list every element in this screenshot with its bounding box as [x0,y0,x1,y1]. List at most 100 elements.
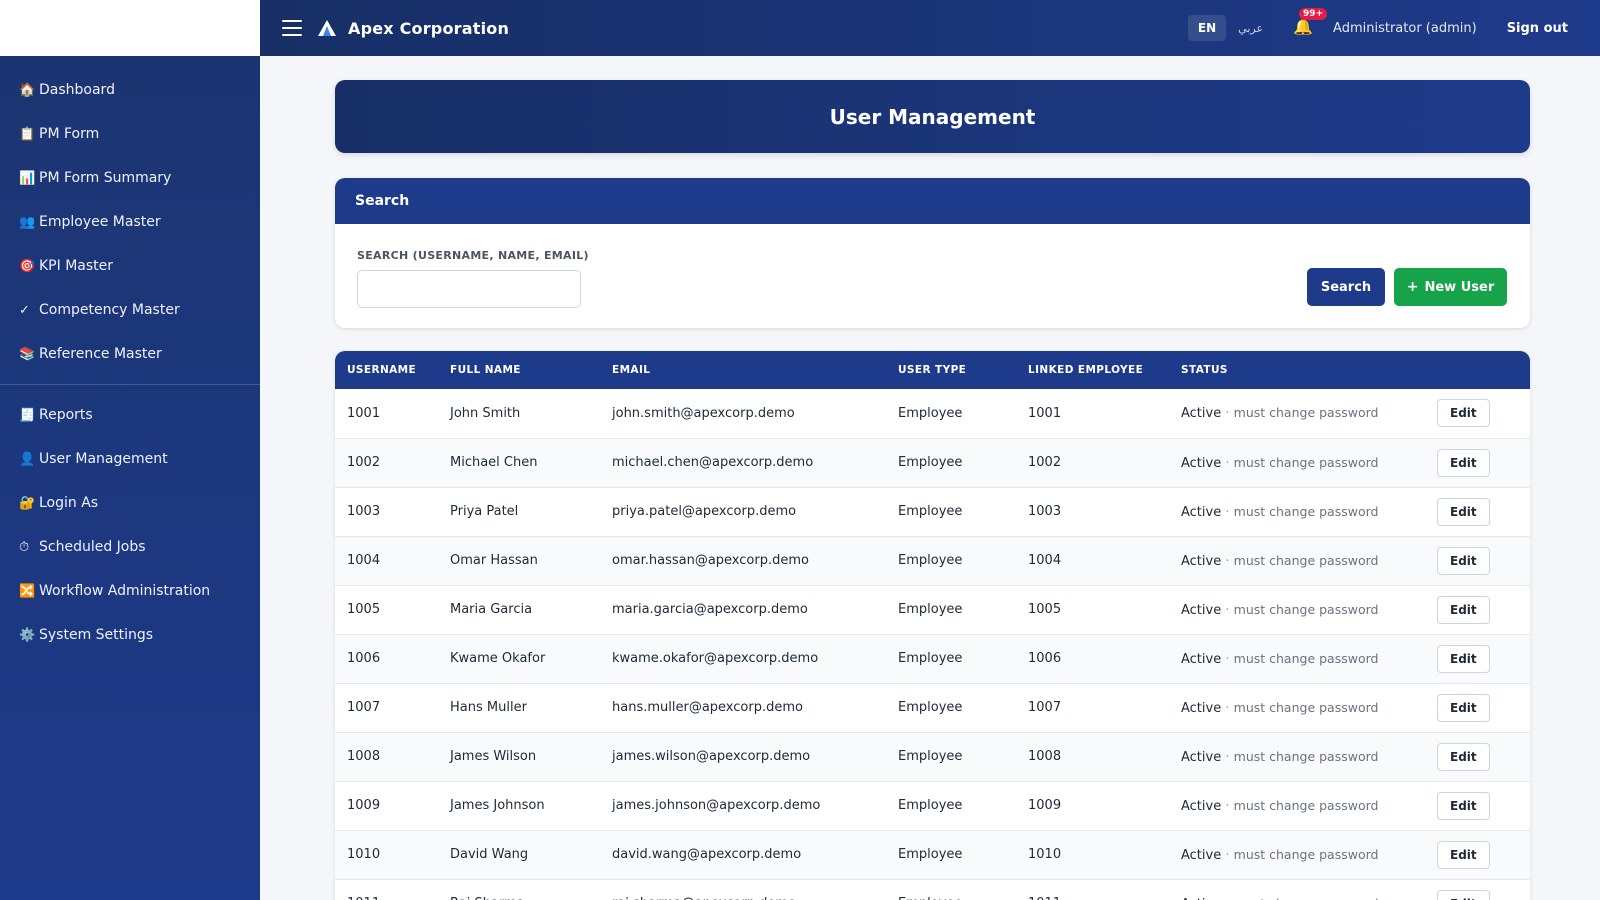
cell-actions: Edit [1425,585,1530,634]
table-row: 1001 John Smith john.smith@apexcorp.demo Em… [335,389,1530,438]
cell-actions: Edit [1425,634,1530,683]
search-input[interactable] [357,270,581,308]
edit-button[interactable]: Edit [1437,693,1490,722]
edit-button[interactable]: Edit [1437,399,1490,428]
col-full-name: FULL NAME [450,364,521,376]
sidebar-item-employee-master[interactable]: 👥 Employee Master [0,200,260,244]
cell-email: john.smith@apexcorp.demo [612,405,795,421]
sidebar-item-user-management[interactable]: 👤 User Management [0,437,260,481]
search-label: SEARCH (USERNAME, NAME, EMAIL) [357,249,589,262]
sidebar-item-dashboard[interactable]: 🏠 Dashboard [0,68,260,112]
sidebar-item-pm-form[interactable]: 📋 PM Form [0,112,260,156]
status-note: must change password [1233,552,1379,568]
status-note: must change password [1233,797,1379,813]
cell-email: michael.chen@apexcorp.demo [612,455,814,470]
sidebar-item-reference-master[interactable]: 📚 Reference Master [0,332,260,376]
table-row: 1008 James Wilson james.wilson@apexcorp.de… [335,732,1530,781]
cell-linked-employee: 1008 [1028,749,1062,764]
edit-button[interactable]: Edit [1437,448,1490,477]
edit-button[interactable]: Edit [1437,497,1490,526]
table-row: 1007 Hans Muller hans.muller@apexcorp.demo… [335,683,1530,732]
language-en-button[interactable]: EN [1187,15,1227,41]
sidebar: 🏠 Dashboard 📋 PM Form 📊 PM Form Summary 👥 Emplo… [0,0,260,900]
sidebar-item-reports[interactable]: 🧾 Reports [0,393,260,437]
cell-username: 1003 [347,504,381,519]
notifications-bell-icon[interactable]: 🔔 99+ [1293,8,1328,39]
users-table-card: USERNAME FULL NAME EMAIL USER TYPE LINKE… [335,351,1530,900]
edit-button[interactable]: Edit [1437,595,1490,624]
new-user-button[interactable]: + New User [1394,268,1507,306]
cell-username: 1005 [347,602,381,617]
cell-status: Active · must change password [1169,438,1425,487]
edit-button[interactable]: Edit [1437,889,1490,900]
sidebar-item-login-as[interactable]: 🔐 Login As [0,481,260,525]
notification-badge: 99+ [1299,8,1328,20]
cell-email: james.johnson@apexcorp.demo [612,798,821,813]
status-note: must change password [1234,896,1379,900]
plus-icon: + [1406,279,1419,295]
status-active: Active [1181,602,1222,618]
status-separator: · [1225,504,1230,520]
pm-form-icon: 📋 [19,126,36,142]
status-separator: · [1225,897,1229,900]
sidebar-item-scheduled-jobs[interactable]: ⏱ Scheduled Jobs [0,525,260,569]
sidebar-item-kpi-master[interactable]: 🎯 KPI Master [0,244,260,288]
cell-user-type: Employee [898,504,963,519]
cell-status: Active · must change password [1169,634,1425,683]
sidebar-item-competency-master[interactable]: ✓ Competency Master [0,288,260,332]
status-note: must change password [1233,748,1379,764]
search-button[interactable]: Search [1307,268,1385,306]
cell-linked-employee: 1006 [1028,651,1062,666]
cell-full-name: James Johnson [450,798,545,813]
edit-button[interactable]: Edit [1437,840,1490,869]
cell-linked-employee: 1011 [1016,879,1169,900]
status-active: Active [1181,455,1222,471]
cell-email: omar.hassan@apexcorp.demo [612,553,809,568]
sidebar-item-label: Scheduled Jobs [39,539,146,555]
cell-status: Active · must change password [1169,683,1425,732]
system-settings-icon: ⚙️ [19,627,36,643]
sidebar-logo-area [0,0,260,56]
cell-linked-employee: 1002 [1028,455,1062,470]
status-separator: · [1225,700,1230,716]
edit-button[interactable]: Edit [1437,644,1490,673]
table-header-row: USERNAME FULL NAME EMAIL USER TYPE LINKE… [335,351,1530,389]
cell-username: 1006 [347,651,381,666]
status-active: Active [1181,553,1222,569]
cell-linked-employee: 1004 [1028,553,1062,568]
cell-full-name: Michael Chen [450,455,538,470]
edit-button[interactable]: Edit [1437,791,1490,820]
cell-email: kwame.okafor@apexcorp.demo [612,651,819,666]
dashboard-icon: 🏠 [19,82,36,98]
status-active: Active [1181,749,1222,765]
cell-linked-employee: 1010 [1028,847,1062,862]
table-row: 1006 Kwame Okafor kwame.okafor@apexcorp.de… [335,634,1530,683]
pm-form-summary-icon: 📊 [19,170,36,186]
search-card-title: Search [335,178,1530,224]
cell-full-name: David Wang [450,847,529,862]
cell-linked-employee: 1003 [1028,504,1062,519]
sidebar-item-workflow-administration[interactable]: 🔀 Workflow Administration [0,569,260,613]
status-active: Active [1181,651,1222,667]
top-bar: Apex Corporation EN عربي 🔔 99+ Administra… [260,0,1600,56]
sign-out-link[interactable]: Sign out [1507,21,1568,36]
cell-status: Active · must change password [1169,830,1425,879]
language-ar-button[interactable]: عربي [1238,22,1263,35]
edit-button[interactable]: Edit [1437,546,1490,575]
cell-status: Active · must change password [1169,389,1425,438]
cell-user-type: Employee [898,405,963,421]
employee-master-icon: 👥 [19,214,36,230]
col-username: USERNAME [347,364,417,376]
sidebar-nav: 🏠 Dashboard 📋 PM Form 📊 PM Form Summary 👥 Emplo… [0,56,260,657]
cell-linked-employee: 1009 [1028,798,1062,813]
edit-button[interactable]: Edit [1437,742,1490,771]
menu-toggle-icon[interactable] [282,20,302,36]
table-row: 1004 Omar Hassan omar.hassan@apexcorp.demo… [335,536,1530,585]
sidebar-item-pm-form-summary[interactable]: 📊 PM Form Summary [0,156,260,200]
col-user-type: USER TYPE [898,364,967,376]
cell-actions: Edit [1425,830,1530,879]
sidebar-item-system-settings[interactable]: ⚙️ System Settings [0,613,260,657]
cell-user-type: Employee [898,553,963,568]
cell-username: 1011 [335,879,438,900]
cell-user-type: Employee [898,798,963,813]
